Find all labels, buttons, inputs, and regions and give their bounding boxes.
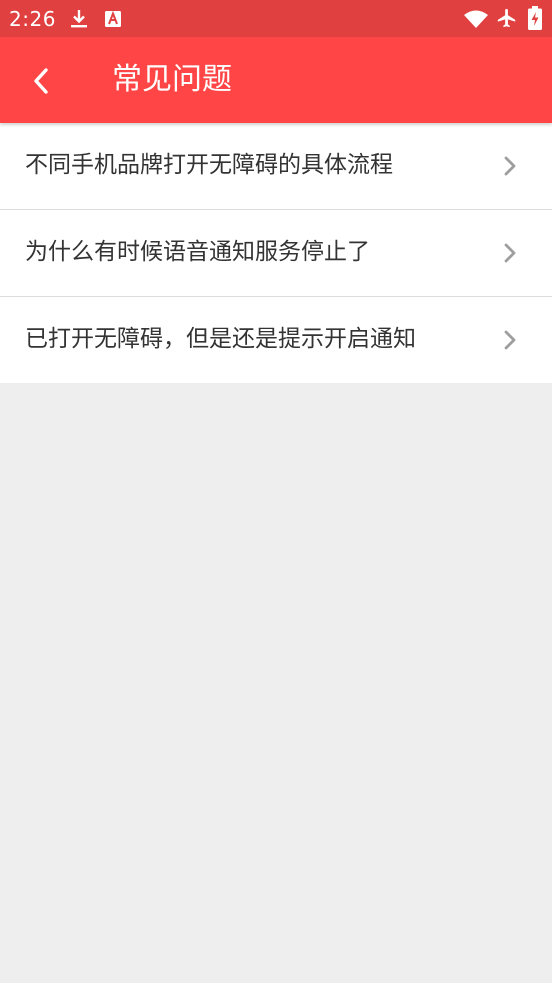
chevron-left-icon <box>34 68 48 94</box>
battery-charging-icon <box>528 6 542 30</box>
download-icon <box>71 10 87 28</box>
chevron-right-icon <box>504 156 516 176</box>
wifi-icon <box>464 10 488 28</box>
faq-list: 不同手机品牌打开无障碍的具体流程 为什么有时候语音通知服务停止了 已打开无障碍，… <box>0 123 552 383</box>
faq-item-accessibility-steps[interactable]: 不同手机品牌打开无障碍的具体流程 <box>0 123 552 210</box>
faq-item-label: 已打开无障碍，但是还是提示开启通知 <box>25 326 416 352</box>
faq-item-service-stopped[interactable]: 为什么有时候语音通知服务停止了 <box>0 210 552 297</box>
app-bar: 常见问题 <box>0 37 552 123</box>
page-title: 常见问题 <box>112 62 232 97</box>
status-bar: 2:26 <box>0 0 552 37</box>
faq-item-label: 为什么有时候语音通知服务停止了 <box>25 239 370 265</box>
status-time: 2:26 <box>9 7 56 31</box>
a-notification-icon <box>105 10 121 27</box>
airplane-icon <box>497 8 516 28</box>
back-button[interactable] <box>16 56 66 106</box>
faq-item-enable-notification[interactable]: 已打开无障碍，但是还是提示开启通知 <box>0 297 552 383</box>
chevron-right-icon <box>504 330 516 350</box>
faq-item-label: 不同手机品牌打开无障碍的具体流程 <box>25 152 393 178</box>
chevron-right-icon <box>504 243 516 263</box>
